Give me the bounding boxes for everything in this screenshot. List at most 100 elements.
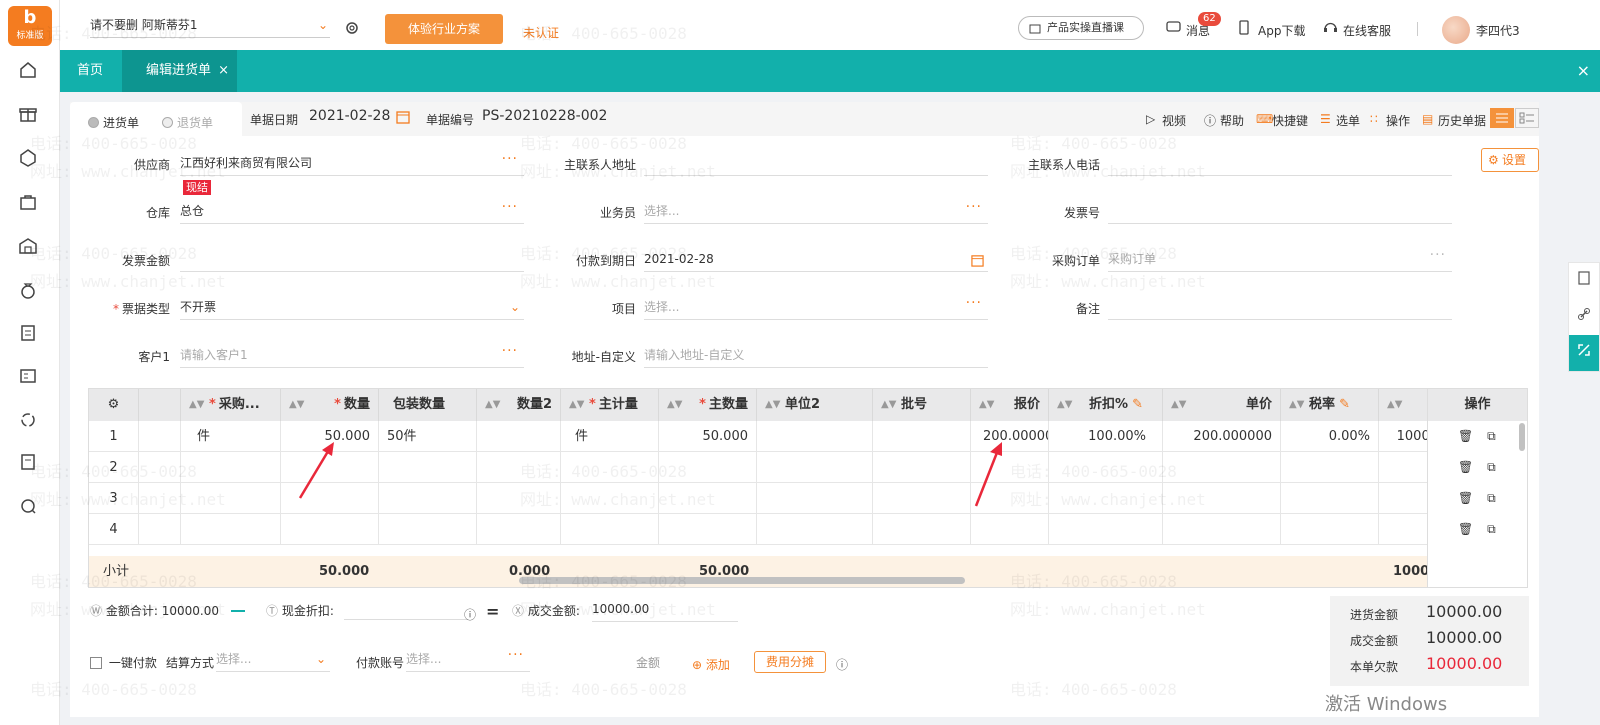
app-download-link[interactable]: App下载 (1239, 20, 1305, 39)
live-course-button[interactable]: 产品实操直播课 (1018, 16, 1144, 40)
close-all-tabs-icon[interactable]: × (1577, 50, 1590, 92)
supplier-field[interactable]: 江西好利来商贸有限公司 ··· (180, 151, 524, 176)
more-icon[interactable]: ··· (508, 644, 524, 666)
column-header-batch[interactable]: ▲▼ 批号 (873, 389, 971, 421)
column-header-pack-qty[interactable]: 包装数量 (379, 389, 477, 421)
edit-icon[interactable]: ✎ (1128, 397, 1143, 412)
delete-icon[interactable]: 🗑 (1458, 429, 1473, 443)
warehouse-icon[interactable] (18, 236, 42, 260)
cost-split-button[interactable]: 费用分摊 (754, 651, 826, 673)
tab-edit-purchase[interactable]: 编辑进货单 × (122, 50, 237, 92)
unauthenticated-link[interactable]: 未认证 (523, 24, 559, 41)
copy-icon[interactable]: ⧉ (1487, 429, 1496, 443)
account-selector[interactable]: 请不要删 阿斯蒂芬1 ⌄ (90, 14, 330, 38)
deal-amount-field[interactable]: 10000.00 (592, 598, 738, 622)
invoice-no-field[interactable] (1108, 200, 1452, 224)
user-name[interactable]: 李四代3 (1476, 22, 1520, 39)
invoice-amount-field[interactable] (180, 248, 524, 272)
purchase-order-field[interactable]: 采购订单 ··· (1108, 247, 1452, 272)
column-header-qty[interactable]: ▲▼ * 数量 (281, 389, 379, 421)
more-icon[interactable]: ··· (1430, 244, 1446, 266)
copy-icon[interactable]: ⧉ (1487, 491, 1496, 505)
pay-account-field[interactable]: 选择... ··· (406, 647, 530, 672)
delete-icon[interactable]: 🗑 (1458, 491, 1473, 505)
delete-icon[interactable]: 🗑 (1458, 460, 1473, 474)
remark-field[interactable] (1108, 296, 1452, 320)
warehouse-field[interactable]: 总仓 ··· (180, 199, 524, 224)
more-icon[interactable]: ··· (502, 196, 518, 218)
document-icon[interactable] (18, 452, 42, 476)
one-click-pay-checkbox[interactable]: 一键付款 (90, 654, 157, 671)
project-field[interactable]: 选择... ··· (644, 295, 988, 320)
column-header-discount[interactable]: ▲▼ 折扣% ✎ (1049, 389, 1163, 421)
list-view-button[interactable] (1490, 108, 1514, 128)
notes-icon[interactable] (1569, 263, 1599, 299)
cycle-icon[interactable] (18, 410, 42, 434)
tab-home[interactable]: 首页 (60, 50, 120, 92)
tab-close-icon[interactable]: × (218, 50, 229, 92)
gear-icon[interactable] (344, 20, 360, 39)
edit-icon[interactable]: ✎ (1335, 397, 1350, 412)
column-header-unit[interactable]: ▲▼ * 采购... (181, 389, 281, 421)
more-icon[interactable]: ··· (502, 340, 518, 362)
column-header-qty2[interactable]: ▲▼ 数量2 (477, 389, 561, 421)
question-icon[interactable]: ⓘ (464, 606, 476, 623)
calendar-icon[interactable] (396, 110, 410, 127)
copy-icon[interactable]: ⧉ (1487, 522, 1496, 536)
more-icon[interactable]: ··· (502, 148, 518, 170)
online-service-link[interactable]: 在线客服 (1324, 22, 1391, 39)
more-icon[interactable]: ··· (966, 292, 982, 314)
column-header-main-qty[interactable]: ▲▼ * 主数量 (659, 389, 757, 421)
avatar[interactable] (1442, 16, 1470, 44)
delete-icon[interactable]: 🗑 (1458, 522, 1473, 536)
message-count-badge: 62 (1198, 12, 1221, 26)
radio-return[interactable]: 退货单 (162, 114, 213, 131)
clipboard-icon[interactable] (18, 322, 42, 346)
more-icon[interactable]: ··· (966, 196, 982, 218)
horizontal-scrollbar[interactable] (519, 577, 965, 584)
report-icon[interactable] (18, 366, 42, 390)
industry-plan-button[interactable]: 体验行业方案 (385, 14, 503, 44)
contact-address-field[interactable] (644, 152, 988, 176)
column-header-tax[interactable]: ▲▼ 税率 ✎ (1281, 389, 1379, 421)
table-row[interactable]: 4 (89, 514, 1527, 545)
home-icon[interactable] (18, 60, 42, 84)
settings-button[interactable]: ⚙ 设置 (1481, 148, 1539, 172)
doc-date-value[interactable]: 2021-02-28 (309, 108, 390, 124)
app-logo[interactable]: b 标准版 (8, 6, 52, 46)
radio-purchase[interactable]: 进货单 (88, 114, 139, 131)
column-header-quote[interactable]: ▲▼ 报价 (971, 389, 1049, 421)
column-settings-icon[interactable]: ⚙ (89, 389, 139, 421)
link-icon[interactable] (1569, 299, 1599, 335)
column-header-main-unit[interactable]: ▲▼ * 主计量 (561, 389, 659, 421)
custom-address-field[interactable]: 请输入地址-自定义 (644, 344, 988, 368)
salesman-field[interactable]: 选择... ··· (644, 199, 988, 224)
purchase-icon[interactable] (18, 148, 42, 172)
help-tool[interactable]: ⓘ 帮助 (1204, 112, 1244, 129)
column-header-unit-price[interactable]: ▲▼ 单价 (1163, 389, 1281, 421)
copy-icon[interactable]: ⧉ (1487, 460, 1496, 474)
cash-discount-input[interactable] (344, 598, 468, 620)
bill-type-select[interactable]: 不开票 ⌄ (180, 296, 524, 320)
chat-icon[interactable] (18, 496, 42, 520)
add-payment-link[interactable]: ⊕ 添加 (692, 656, 730, 673)
shortcut-tool[interactable]: ⌨ 快捷键 (1256, 112, 1308, 129)
settle-method-select[interactable]: 选择... ⌄ (216, 648, 330, 672)
money-bag-icon[interactable] (18, 280, 42, 304)
expand-icon[interactable] (1569, 335, 1599, 371)
video-tool[interactable]: ▷ 视频 (1146, 112, 1186, 129)
contact-phone-field[interactable] (1108, 152, 1452, 176)
gift-icon[interactable] (18, 104, 42, 128)
due-date-field[interactable]: 2021-02-28 (644, 248, 988, 272)
customer-field[interactable]: 请输入客户1 ··· (180, 343, 524, 368)
calendar-icon[interactable] (971, 252, 984, 274)
history-tool[interactable]: ▤ 历史单据 (1422, 112, 1486, 129)
bag-icon[interactable] (18, 192, 42, 216)
question-icon[interactable]: ⓘ (836, 656, 848, 673)
vertical-scrollbar[interactable] (1519, 423, 1525, 451)
select-doc-tool[interactable]: ☰ 选单 (1320, 112, 1360, 129)
operate-tool[interactable]: ∷ 操作 (1370, 112, 1410, 129)
left-nav: b 标准版 (0, 0, 60, 725)
card-view-button[interactable] (1515, 108, 1539, 128)
column-header-unit2[interactable]: ▲▼ 单位2 (757, 389, 873, 421)
